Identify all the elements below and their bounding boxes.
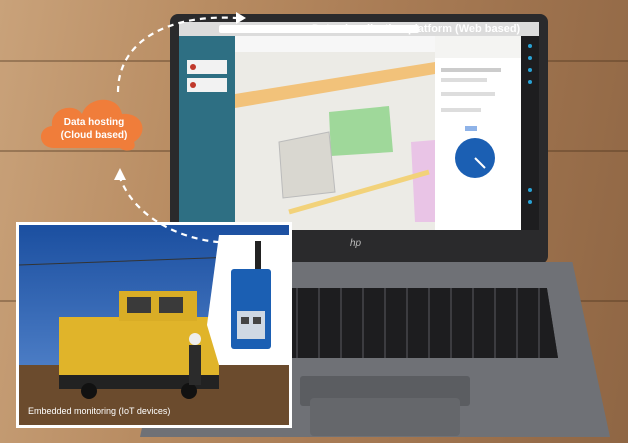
toolbar-icon[interactable] [528, 56, 532, 60]
iot-photo [16, 222, 292, 428]
toolbar-icon[interactable] [528, 68, 532, 72]
touchpad [310, 398, 460, 436]
dashboard-svg [179, 22, 539, 230]
toolbar-icon[interactable] [528, 44, 532, 48]
status-dot [190, 64, 196, 70]
worker [189, 345, 201, 385]
panel-line [441, 68, 501, 72]
toolbar-icon[interactable] [528, 80, 532, 84]
iot-label: Embedded monitoring (IoT devices) [28, 406, 171, 416]
map-toolbar [235, 36, 435, 52]
panel-line [441, 78, 487, 82]
cloud-label: Data hosting (Cloud based) [44, 116, 144, 142]
laptop-brand-logo: hp [350, 238, 362, 249]
photo-svg [19, 225, 289, 425]
toolbar-icon[interactable] [528, 188, 532, 192]
map-zone [411, 140, 435, 222]
worker-helmet [189, 333, 201, 345]
panel-badge [465, 126, 477, 131]
panel-line [441, 92, 495, 96]
status-dot [190, 82, 196, 88]
cloud-label-line2: (Cloud based) [60, 130, 128, 141]
map-park [329, 106, 393, 156]
map-building [278, 131, 336, 199]
panel-line [441, 108, 481, 112]
toolbar-icon[interactable] [528, 200, 532, 204]
platform-label: Data visualization platform (Web based) [312, 23, 521, 35]
cloud-label-line1: Data hosting [63, 117, 125, 128]
laptop-screen [179, 22, 539, 230]
